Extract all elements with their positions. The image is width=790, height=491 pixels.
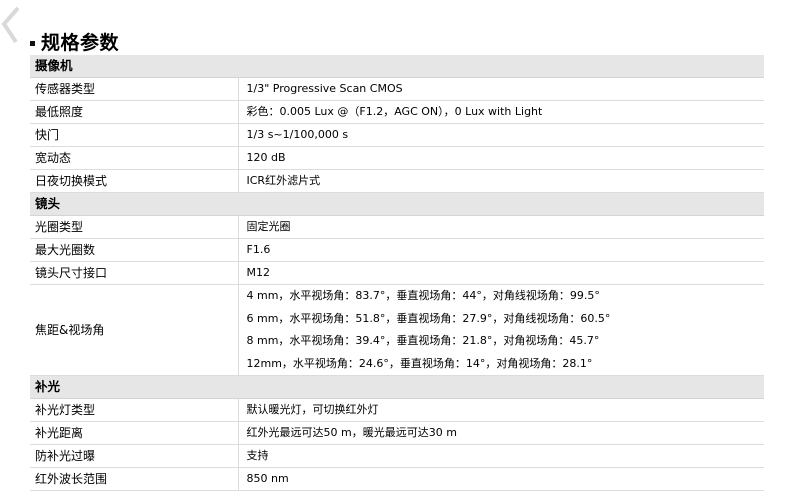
row-value-multiline: 4 mm，水平视场角：83.7°，垂直视场角：44°，对角线视场角：99.5° … [238, 284, 765, 376]
row-value: F1.6 [238, 238, 765, 262]
row-label: 镜头尺寸接口 [30, 261, 239, 285]
table-row: 镜头尺寸接口 M12 [30, 261, 765, 285]
table-row: 最低照度 彩色：0.005 Lux @（F1.2，AGC ON），0 Lux w… [30, 100, 765, 124]
row-label: 补光距离 [30, 421, 239, 445]
row-label: 最低照度 [30, 100, 239, 124]
table-row-focal-length: 焦距&视场角 4 mm，水平视场角：83.7°，垂直视场角：44°，对角线视场角… [30, 284, 765, 376]
row-value: ICR红外滤片式 [238, 169, 765, 193]
focal-line: 12mm，水平视场角：24.6°，垂直视场角：14°，对角视场角：28.1° [246, 356, 593, 370]
corner-arrow-icon [1, 6, 20, 44]
table-row: 补光距离 红外光最远可达50 m，暖光最远可达30 m [30, 421, 765, 445]
table-row: 补光灯类型 默认暖光灯，可切换红外灯 [30, 398, 765, 422]
row-value: 默认暖光灯，可切换红外灯 [238, 398, 765, 422]
page-title: 规格参数 [30, 29, 120, 54]
group-title: 镜头 [30, 192, 765, 216]
focal-line: 6 mm，水平视场角：51.8°，垂直视场角：27.9°，对角线视场角：60.5… [246, 311, 611, 325]
row-value: 彩色：0.005 Lux @（F1.2，AGC ON），0 Lux with L… [238, 100, 765, 124]
table-row: 红外波长范围 850 nm [30, 467, 765, 491]
group-header-lens: 镜头 [30, 192, 765, 216]
row-label: 传感器类型 [30, 77, 239, 101]
row-value: 850 nm [238, 467, 765, 491]
row-value: M12 [238, 261, 765, 285]
table-row: 防补光过曝 支持 [30, 444, 765, 468]
table-row: 宽动态 120 dB [30, 146, 765, 170]
group-title: 补光 [30, 375, 765, 399]
focal-line: 4 mm，水平视场角：83.7°，垂直视场角：44°，对角线视场角：99.5° [246, 289, 600, 302]
row-label: 补光灯类型 [30, 398, 239, 422]
table-row: 光圈类型 固定光圈 [30, 215, 765, 239]
table-row: 最大光圈数 F1.6 [30, 238, 765, 262]
row-label: 防补光过曝 [30, 444, 239, 468]
spec-table: 摄像机 传感器类型 1/3" Progressive Scan CMOS 最低照… [30, 55, 765, 491]
page-title-text: 规格参数 [41, 31, 120, 54]
focal-line: 8 mm，水平视场角：39.4°，垂直视场角：21.8°，对角视场角：45.7° [246, 334, 600, 347]
row-label: 焦距&视场角 [30, 284, 239, 376]
table-row: 快门 1/3 s~1/100,000 s [30, 123, 765, 147]
row-value: 1/3 s~1/100,000 s [238, 123, 765, 147]
row-label: 宽动态 [30, 146, 239, 170]
row-label: 红外波长范围 [30, 467, 239, 491]
row-label: 日夜切换模式 [30, 169, 239, 193]
table-row: 日夜切换模式 ICR红外滤片式 [30, 169, 765, 193]
group-header-camera: 摄像机 [30, 55, 765, 78]
table-row: 传感器类型 1/3" Progressive Scan CMOS [30, 77, 765, 101]
row-value: 红外光最远可达50 m，暖光最远可达30 m [238, 421, 765, 445]
group-title: 摄像机 [30, 55, 765, 78]
title-bullet-icon [30, 40, 35, 46]
row-label: 快门 [30, 123, 239, 147]
row-value: 120 dB [238, 146, 765, 170]
row-label: 最大光圈数 [30, 238, 239, 262]
row-value: 1/3" Progressive Scan CMOS [238, 77, 765, 101]
row-label: 光圈类型 [30, 215, 239, 239]
group-header-fill-light: 补光 [30, 375, 765, 399]
row-value: 固定光圈 [238, 215, 765, 239]
row-value: 支持 [238, 444, 765, 468]
